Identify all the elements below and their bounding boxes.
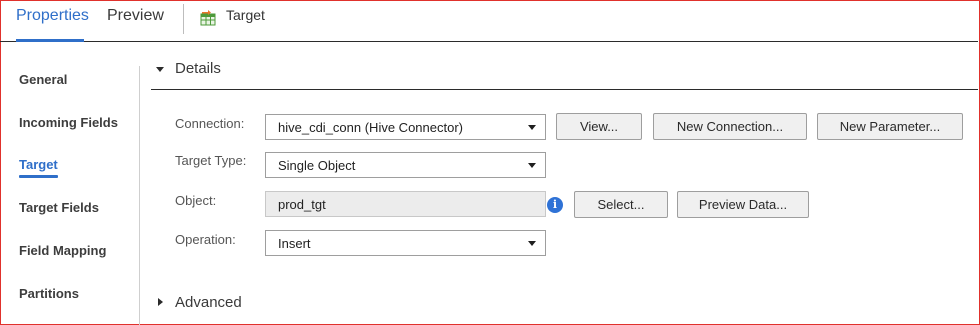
new-connection-button[interactable]: New Connection...	[653, 113, 807, 140]
sidebar-item-label: Target	[19, 157, 58, 172]
new-parameter-button[interactable]: New Parameter...	[817, 113, 963, 140]
sidebar-item-field-mapping[interactable]: Field Mapping	[19, 243, 106, 258]
caret-right-icon	[158, 298, 163, 306]
preview-data-button[interactable]: Preview Data...	[677, 191, 809, 218]
select-object-button[interactable]: Select...	[574, 191, 668, 218]
chevron-down-icon	[528, 125, 536, 130]
sidebar-item-general[interactable]: General	[19, 72, 67, 87]
connection-select-value: hive_cdi_conn (Hive Connector)	[278, 120, 463, 135]
sidebar-item-label: General	[19, 72, 68, 87]
target-type-label: Target Type:	[175, 153, 247, 168]
sidebar: General Incoming Fields Target Target Fi…	[0, 43, 139, 325]
active-nav-indicator	[19, 175, 58, 178]
info-icon[interactable]: i	[547, 197, 563, 213]
view-button[interactable]: View...	[556, 113, 642, 140]
table-target-icon	[200, 10, 216, 26]
caret-down-icon	[156, 67, 164, 72]
operation-select[interactable]: Insert	[265, 230, 546, 256]
advanced-section-header[interactable]: Advanced	[151, 292, 351, 314]
sidebar-item-partitions[interactable]: Partitions	[19, 286, 79, 301]
tab-properties-label: Properties	[16, 7, 89, 24]
tab-properties[interactable]: Properties	[16, 7, 89, 42]
tab-divider	[183, 4, 184, 34]
target-object-label: Target	[226, 7, 265, 23]
connection-select[interactable]: hive_cdi_conn (Hive Connector)	[265, 114, 546, 140]
sidebar-item-incoming-fields[interactable]: Incoming Fields	[19, 115, 118, 130]
details-title: Details	[175, 60, 221, 77]
target-type-select[interactable]: Single Object	[265, 152, 546, 178]
target-type-select-value: Single Object	[278, 158, 356, 173]
sidebar-item-label: Target Fields	[19, 200, 99, 215]
operation-label: Operation:	[175, 232, 236, 247]
sidebar-item-label: Field Mapping	[19, 243, 107, 258]
connection-label: Connection:	[175, 116, 245, 131]
tab-bar: Properties Preview Target	[0, 0, 978, 42]
object-field: prod_tgt	[265, 191, 546, 217]
sidebar-item-target-fields[interactable]: Target Fields	[19, 200, 99, 215]
tab-preview-label: Preview	[107, 7, 164, 24]
tab-preview[interactable]: Preview	[107, 7, 164, 41]
chevron-down-icon	[528, 241, 536, 246]
chevron-down-icon	[528, 163, 536, 168]
active-tab-indicator	[16, 39, 84, 42]
object-field-value: prod_tgt	[278, 197, 326, 212]
operation-select-value: Insert	[278, 236, 311, 251]
object-label: Object:	[175, 193, 217, 208]
sidebar-item-label: Partitions	[19, 286, 79, 301]
advanced-title: Advanced	[175, 294, 242, 311]
sidebar-divider	[139, 66, 140, 325]
details-section-header[interactable]: Details	[151, 56, 978, 90]
sidebar-item-target[interactable]: Target	[19, 157, 58, 178]
sidebar-item-label: Incoming Fields	[19, 115, 118, 130]
